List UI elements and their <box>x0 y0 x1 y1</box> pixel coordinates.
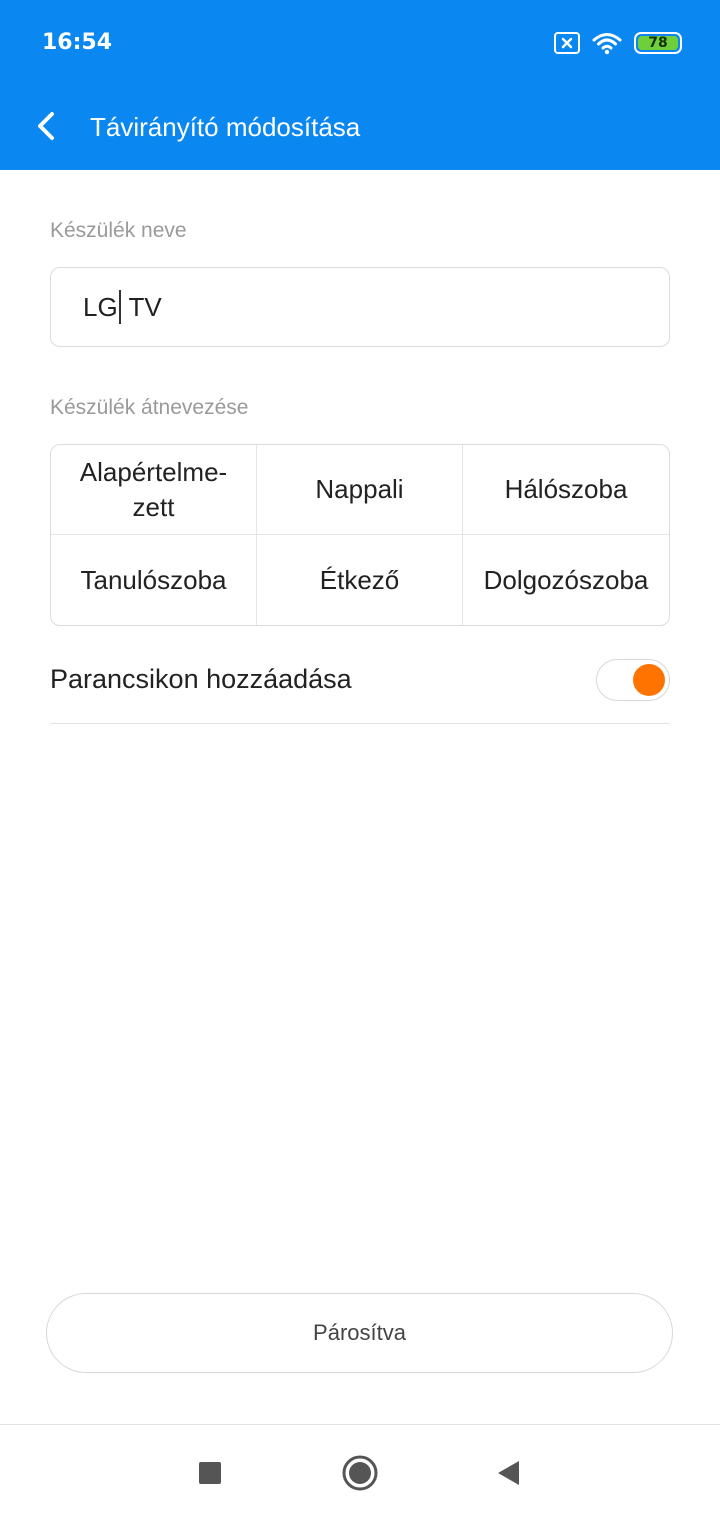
rename-label: Készülék átnevezése <box>50 396 249 419</box>
screen: 16:54 78 Távirányító módosítása Készülék… <box>0 0 720 1520</box>
nav-back-button[interactable] <box>488 1453 528 1493</box>
toggle-knob <box>633 663 665 696</box>
title-bar: Távirányító módosítása <box>0 86 720 170</box>
rename-options-grid: Alapértelme-zett Nappali Hálószoba Tanul… <box>50 444 670 626</box>
device-name-input[interactable]: LG TV <box>50 267 670 347</box>
rename-option-study[interactable]: Tanulószoba <box>51 535 257 625</box>
battery-level: 78 <box>648 35 668 51</box>
chevron-left-icon <box>38 112 54 140</box>
shortcut-toggle[interactable] <box>596 658 670 701</box>
device-name-label: Készülék neve <box>50 219 187 242</box>
app-header: 16:54 78 Távirányító módosítása <box>0 0 720 170</box>
status-time: 16:54 <box>42 30 113 55</box>
paired-button[interactable]: Párosítva <box>46 1293 673 1373</box>
square-icon <box>199 1462 221 1484</box>
wifi-icon <box>592 33 622 55</box>
sim-x-icon <box>554 32 580 54</box>
battery-icon: 78 <box>634 32 682 54</box>
rename-option-living-room[interactable]: Nappali <box>257 445 463 535</box>
rename-option-default[interactable]: Alapértelme-zett <box>51 445 257 535</box>
rename-option-dining[interactable]: Étkező <box>257 535 463 625</box>
status-icons: 78 <box>554 30 682 56</box>
back-button[interactable] <box>26 106 66 146</box>
home-button[interactable] <box>340 1453 380 1493</box>
navigation-bar <box>0 1424 720 1520</box>
rename-option-bedroom[interactable]: Hálószoba <box>463 445 669 535</box>
page-title: Távirányító módosítása <box>90 112 361 142</box>
text-caret <box>118 290 121 324</box>
rename-option-office[interactable]: Dolgozószoba <box>463 535 669 625</box>
device-name-value-part2: TV <box>121 291 162 322</box>
circle-home-icon <box>342 1455 378 1491</box>
recents-button[interactable] <box>190 1453 230 1493</box>
shortcut-row: Parancsikon hozzáadása <box>50 636 670 724</box>
device-name-value-part1: LG <box>83 291 118 322</box>
status-bar: 16:54 78 <box>0 0 720 86</box>
triangle-back-icon <box>498 1461 519 1485</box>
shortcut-label: Parancsikon hozzáadása <box>50 664 352 694</box>
